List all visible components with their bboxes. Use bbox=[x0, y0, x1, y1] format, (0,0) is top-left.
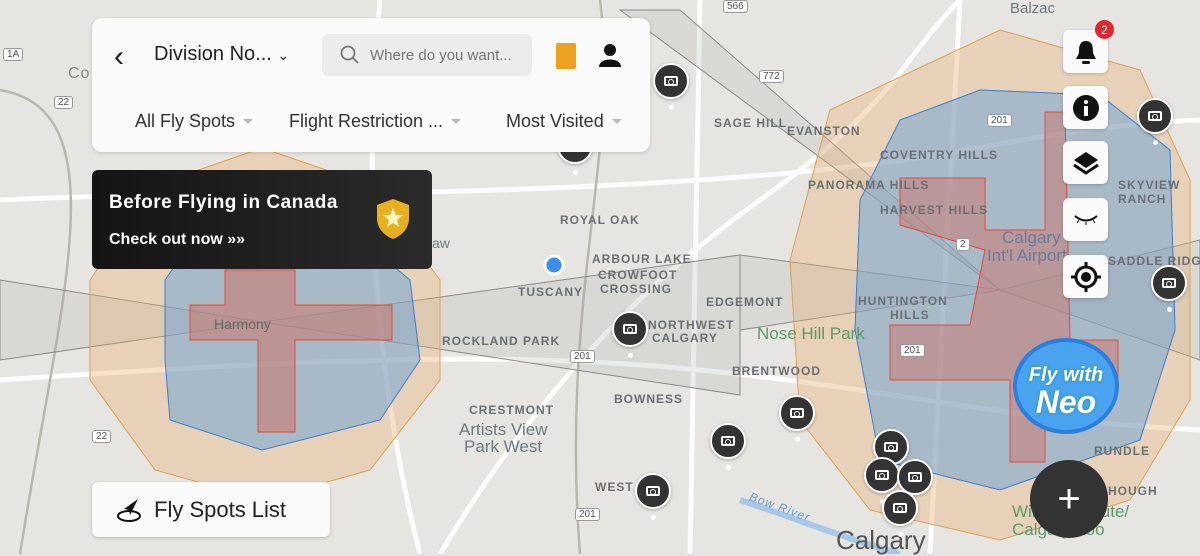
camera-icon bbox=[875, 470, 889, 480]
map-label: Calgary bbox=[1002, 228, 1061, 247]
map-label: ROYAL OAK bbox=[560, 213, 640, 227]
fly-spot-pin[interactable] bbox=[882, 490, 918, 537]
region-selector[interactable]: Division No... ⌄ bbox=[154, 43, 289, 66]
map-label: EDGEMONT bbox=[706, 295, 784, 309]
caret-icon bbox=[611, 119, 622, 124]
fly-spot-pin[interactable] bbox=[864, 457, 900, 504]
fly-spot-icon bbox=[117, 498, 141, 522]
banner-title: Before Flying in Canada bbox=[109, 192, 338, 213]
filter-sort[interactable]: Most Visited bbox=[506, 111, 622, 132]
shield-star-icon bbox=[377, 199, 409, 239]
map-label: HILLS bbox=[890, 308, 930, 322]
user-icon[interactable] bbox=[598, 42, 622, 68]
highway-shield: 772 bbox=[759, 70, 784, 83]
map-label: Int'l Airport bbox=[987, 246, 1067, 265]
map-label: Nose Hill Park bbox=[757, 324, 865, 343]
camera-icon bbox=[721, 436, 735, 446]
map-label: RUNDLE bbox=[1094, 444, 1150, 458]
banner-link[interactable]: Check out now »» bbox=[109, 231, 245, 249]
highway-shield: 201 bbox=[900, 344, 925, 357]
caret-icon bbox=[451, 119, 462, 124]
map-label: HUNTINGTON bbox=[858, 294, 948, 308]
map-label: BOWNESS bbox=[614, 392, 684, 406]
filter-flight-restriction[interactable]: Flight Restriction ... bbox=[289, 111, 462, 132]
fly-spots-list-button[interactable]: Fly Spots List bbox=[92, 482, 330, 537]
fly-spot-pin[interactable] bbox=[1151, 265, 1187, 312]
filter-fly-spots[interactable]: All Fly Spots bbox=[135, 111, 254, 132]
map-label: PANORAMA HILLS bbox=[808, 178, 930, 192]
before-flying-banner[interactable]: Before Flying in Canada Check out now »» bbox=[92, 170, 432, 269]
chevron-down-icon: ⌄ bbox=[277, 47, 290, 63]
add-button[interactable]: + bbox=[1030, 460, 1108, 538]
search-panel: ‹ Division No... ⌄ All Fly Spots Flight … bbox=[92, 18, 650, 152]
search-input[interactable] bbox=[370, 46, 520, 64]
highway-shield: 201 bbox=[575, 508, 600, 521]
locate-button[interactable] bbox=[1063, 255, 1108, 298]
caret-icon bbox=[243, 119, 254, 124]
map-label: aw bbox=[432, 235, 450, 251]
visibility-toggle-button[interactable] bbox=[1063, 198, 1108, 241]
chevrons-icon: »» bbox=[227, 231, 246, 248]
map-label: Harmony bbox=[214, 316, 271, 332]
highway-shield: 2 bbox=[956, 238, 970, 251]
back-icon[interactable]: ‹ bbox=[114, 40, 124, 74]
map-label: HARVEST HILLS bbox=[880, 203, 989, 217]
highway-shield: 1A bbox=[3, 48, 24, 61]
map-label: CALGARY bbox=[652, 331, 718, 345]
search-box[interactable] bbox=[322, 34, 532, 76]
highway-shield: 201 bbox=[987, 114, 1012, 127]
highway-shield: 22 bbox=[92, 430, 112, 443]
camera-icon bbox=[623, 324, 637, 334]
highway-shield: 201 bbox=[570, 350, 595, 363]
fly-guide-icon[interactable] bbox=[556, 43, 576, 69]
camera-icon bbox=[884, 442, 898, 452]
map-label: NORTHWEST bbox=[648, 318, 735, 332]
map-label: CRESTMONT bbox=[469, 403, 554, 417]
highway-shield: 22 bbox=[54, 96, 74, 109]
camera-icon bbox=[908, 472, 922, 482]
map-label: Park West bbox=[464, 437, 543, 456]
bell-icon bbox=[1075, 40, 1096, 64]
camera-icon bbox=[790, 408, 804, 418]
layers-icon bbox=[1072, 151, 1099, 175]
map-label: RANCH bbox=[1118, 192, 1167, 206]
map-label: HOUGH bbox=[1108, 484, 1158, 498]
info-icon bbox=[1072, 94, 1099, 121]
fly-spot-pin[interactable] bbox=[612, 311, 648, 358]
highway-shield: 566 bbox=[723, 0, 748, 13]
map-label: CROWFOOT bbox=[598, 268, 678, 282]
fly-spot-pin[interactable] bbox=[710, 423, 746, 470]
map-label: SKYVIEW bbox=[1118, 178, 1181, 192]
search-icon bbox=[340, 45, 359, 64]
map-label: CROSSING bbox=[600, 282, 673, 296]
map-label: COVENTRY HILLS bbox=[880, 148, 999, 162]
layers-button[interactable] bbox=[1063, 141, 1108, 184]
map-label: BRENTWOOD bbox=[732, 364, 821, 378]
map-label: SAGE HILL bbox=[714, 116, 788, 130]
fly-spot-pin[interactable] bbox=[635, 473, 671, 520]
fly-spot-pin[interactable] bbox=[1137, 98, 1173, 145]
map-label: ARBOUR LAKE bbox=[592, 252, 692, 266]
plus-icon: + bbox=[1057, 476, 1081, 521]
locate-icon bbox=[1070, 261, 1101, 292]
fly-spot-pin[interactable] bbox=[779, 395, 815, 442]
fly-spot-pin[interactable] bbox=[653, 63, 689, 110]
map-label: Calgary bbox=[836, 525, 926, 555]
map-label: WEST bbox=[595, 480, 634, 494]
map-label: Co bbox=[68, 65, 91, 82]
notification-badge: 2 bbox=[1095, 20, 1114, 39]
map-label: TUSCANY bbox=[518, 285, 584, 299]
map-label: Balzac bbox=[1010, 0, 1056, 17]
map-label: EVANSTON bbox=[787, 124, 861, 138]
camera-icon bbox=[1148, 111, 1162, 121]
camera-icon bbox=[646, 486, 660, 496]
eye-closed-icon bbox=[1073, 214, 1098, 225]
map-label: SADDLE RIDGE bbox=[1108, 254, 1200, 268]
map-label: ROCKLAND PARK bbox=[442, 334, 561, 348]
info-button[interactable] bbox=[1063, 86, 1108, 129]
camera-icon bbox=[893, 503, 907, 513]
fly-with-neo-promo[interactable]: Fly with Neo bbox=[1013, 338, 1119, 434]
camera-icon bbox=[1162, 278, 1176, 288]
camera-icon bbox=[664, 76, 678, 86]
